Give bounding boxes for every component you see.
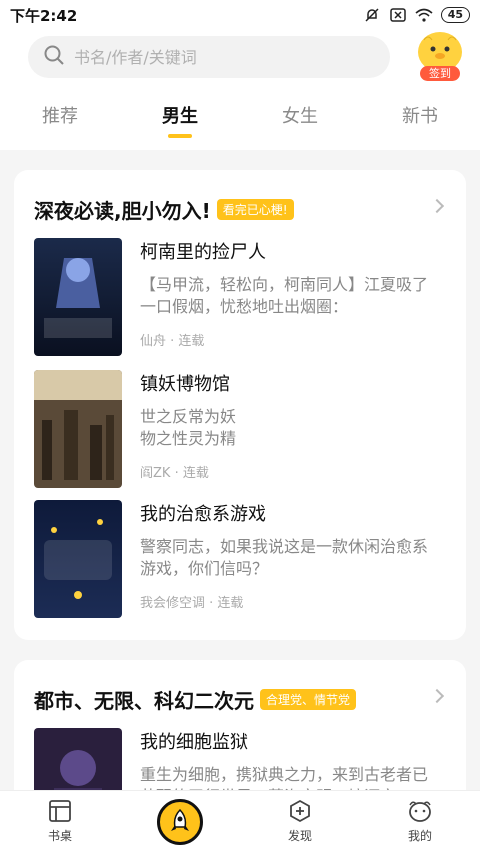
mute-bell-icon bbox=[363, 8, 381, 22]
header: 签到 推荐 男生 女生 新书 bbox=[0, 30, 480, 150]
nav-label: 书桌 bbox=[47, 829, 72, 843]
chevron-right-icon[interactable] bbox=[429, 688, 445, 704]
book-item[interactable]: 柯南里的捡尸人 【马甲流，轻松向，柯南同人】江夏吸了一口假烟，忧愁地吐出烟圈： … bbox=[34, 238, 446, 356]
category-tabs: 推荐 男生 女生 新书 bbox=[0, 94, 480, 144]
nav-profile[interactable]: 我的 bbox=[360, 791, 480, 853]
book-item[interactable]: 我的治愈系游戏 警察同志，如果我说这是一款休闲治愈系游戏，你们信吗？ 我会修空调… bbox=[34, 500, 446, 618]
nav-discover[interactable]: 发现 bbox=[240, 791, 360, 853]
tab-female[interactable]: 女生 bbox=[240, 94, 360, 144]
search-icon bbox=[44, 45, 64, 69]
nav-label: 发现 bbox=[287, 829, 312, 843]
wifi-icon bbox=[415, 8, 433, 22]
book-meta: 我会修空调 · 连载 bbox=[140, 596, 244, 611]
tab-label: 新书 bbox=[402, 106, 438, 127]
section-badge: 看完已心梗! bbox=[216, 198, 294, 220]
book-item[interactable]: 镇妖博物馆 世之反常为妖 物之性灵为精 阎ZK · 连载 bbox=[34, 370, 446, 488]
discover-icon bbox=[287, 799, 313, 823]
bottom-navigation: 书桌 发现 我的 bbox=[0, 790, 480, 853]
section-title: 都市、无限、科幻二次元 bbox=[34, 688, 254, 713]
nav-bookshelf[interactable]: 书桌 bbox=[0, 791, 120, 853]
section-title: 深夜必读,胆小勿入! bbox=[34, 198, 211, 223]
no-sim-icon bbox=[389, 8, 407, 22]
book-description: 世之反常为妖 物之性灵为精 bbox=[140, 407, 237, 448]
book-title: 柯南里的捡尸人 bbox=[140, 242, 266, 263]
search-bar[interactable] bbox=[28, 36, 390, 78]
tab-recommend[interactable]: 推荐 bbox=[0, 94, 120, 144]
section-header[interactable]: 都市、无限、科幻二次元 合理党、情节党 bbox=[34, 684, 446, 714]
book-title: 镇妖博物馆 bbox=[140, 374, 230, 395]
checkin-button[interactable]: 签到 bbox=[416, 32, 464, 82]
book-cover bbox=[34, 500, 122, 618]
rocket-icon bbox=[157, 799, 203, 845]
section-card-late-night: 深夜必读,胆小勿入! 看完已心梗! 柯南里的捡尸人 【马甲流，轻松向，柯南同人】… bbox=[14, 170, 466, 640]
book-meta: 仙舟 · 连载 bbox=[140, 334, 205, 349]
chevron-right-icon[interactable] bbox=[429, 198, 445, 214]
status-time: 下午2:42 bbox=[10, 6, 78, 25]
book-cover bbox=[34, 238, 122, 356]
search-input[interactable] bbox=[74, 47, 354, 67]
book-description: 【马甲流，轻松向，柯南同人】江夏吸了一口假烟，忧愁地吐出烟圈： bbox=[140, 275, 429, 316]
active-tab-indicator bbox=[168, 134, 192, 138]
tab-label: 男生 bbox=[162, 106, 198, 127]
status-icons: 45 bbox=[363, 7, 470, 23]
book-meta: 阎ZK · 连载 bbox=[140, 466, 209, 481]
tab-new[interactable]: 新书 bbox=[360, 94, 480, 144]
status-bar: 下午2:42 45 bbox=[0, 0, 480, 30]
book-cover bbox=[34, 370, 122, 488]
checkin-label: 签到 bbox=[420, 66, 460, 81]
nav-rocket[interactable] bbox=[120, 791, 240, 853]
tab-label: 女生 bbox=[282, 106, 318, 127]
battery-indicator: 45 bbox=[440, 7, 470, 23]
section-badge: 合理党、情节党 bbox=[260, 688, 357, 710]
book-title: 我的治愈系游戏 bbox=[140, 504, 266, 525]
tab-male[interactable]: 男生 bbox=[120, 94, 240, 144]
nav-label: 我的 bbox=[407, 829, 432, 843]
book-title: 我的细胞监狱 bbox=[140, 732, 248, 753]
profile-mascot-icon bbox=[407, 799, 433, 823]
tab-label: 推荐 bbox=[42, 106, 78, 127]
section-header[interactable]: 深夜必读,胆小勿入! 看完已心梗! bbox=[34, 194, 446, 224]
book-description: 警察同志，如果我说这是一款休闲治愈系游戏，你们信吗？ bbox=[140, 537, 429, 578]
bookshelf-icon bbox=[47, 799, 73, 823]
